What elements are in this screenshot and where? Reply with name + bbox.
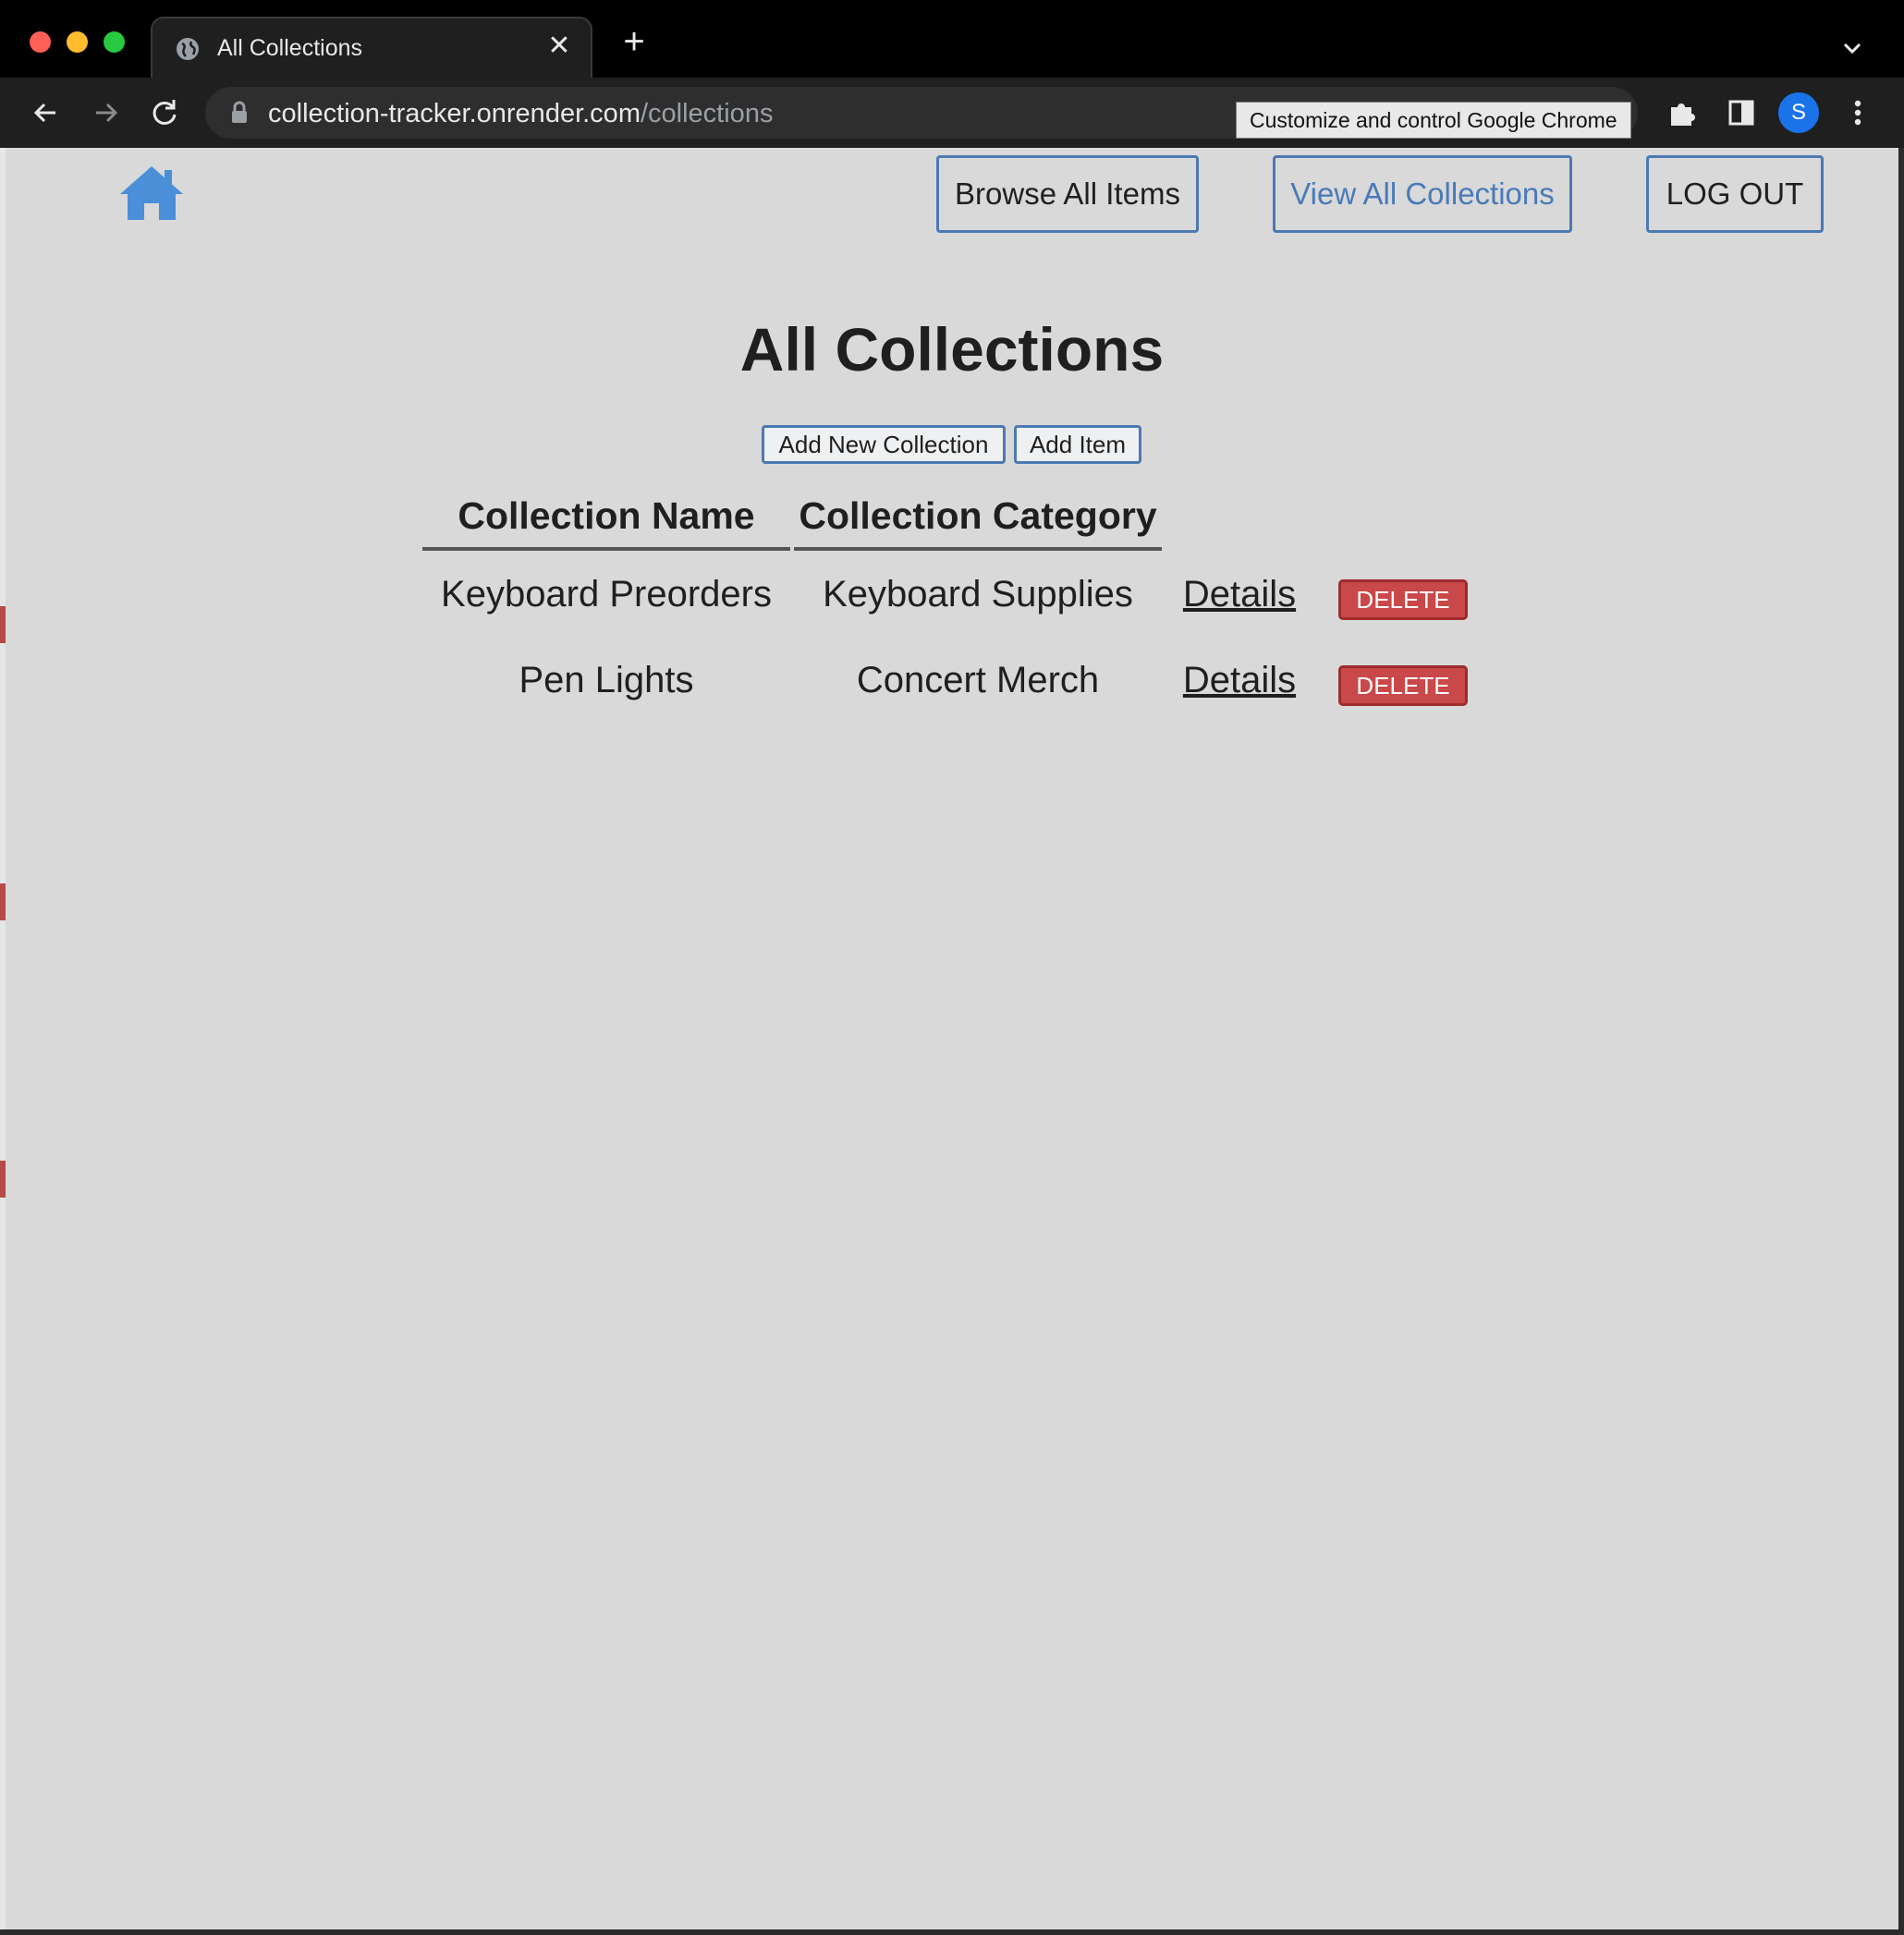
chevron-down-icon[interactable] — [1839, 35, 1865, 61]
browse-all-items-button[interactable]: Browse All Items — [936, 155, 1199, 233]
url-text: collection-tracker.onrender.com/collecti… — [268, 99, 773, 129]
new-tab-icon[interactable]: + — [617, 23, 651, 60]
forward-arrow-icon[interactable] — [87, 94, 124, 131]
profile-avatar[interactable]: S — [1778, 92, 1819, 133]
collection-category-cell: Concert Merch — [856, 660, 1100, 700]
delete-button[interactable]: DELETE — [1338, 579, 1468, 620]
column-header-name: Collection Name — [422, 492, 790, 551]
home-icon[interactable] — [116, 163, 187, 222]
tab-title: All Collections — [217, 35, 363, 61]
view-all-collections-button[interactable]: View All Collections — [1273, 155, 1572, 233]
maximize-window-button[interactable] — [104, 31, 125, 53]
lock-icon[interactable] — [229, 101, 250, 125]
details-link[interactable]: Details — [1179, 566, 1300, 622]
minimize-window-button[interactable] — [67, 31, 88, 53]
logout-button[interactable]: LOG OUT — [1646, 155, 1824, 233]
url-host: collection-tracker.onrender.com — [268, 99, 641, 128]
extensions-puzzle-icon[interactable] — [1664, 94, 1701, 131]
menu-tooltip: Customize and control Google Chrome — [1236, 102, 1631, 139]
collection-name-cell: Pen Lights — [519, 660, 694, 700]
tab-all-collections[interactable]: All Collections ✕ — [151, 17, 592, 78]
add-item-button[interactable]: Add Item — [1014, 425, 1141, 464]
collection-category-cell: Keyboard Supplies — [823, 574, 1133, 615]
details-link[interactable]: Details — [1179, 652, 1300, 708]
page-content: Browse All Items View All Collections LO… — [6, 148, 1898, 1929]
url-path: /collections — [640, 99, 774, 128]
column-header-category: Collection Category — [794, 492, 1162, 551]
delete-button[interactable]: DELETE — [1338, 665, 1468, 706]
collection-name-cell: Keyboard Preorders — [441, 574, 772, 615]
reload-icon[interactable] — [146, 94, 183, 131]
tab-strip: All Collections ✕ + — [0, 0, 1904, 78]
add-new-collection-button[interactable]: Add New Collection — [762, 425, 1006, 464]
kebab-menu-icon[interactable] — [1839, 94, 1876, 131]
close-window-button[interactable] — [30, 31, 51, 53]
back-arrow-icon[interactable] — [28, 94, 65, 131]
close-tab-icon[interactable]: ✕ — [543, 30, 576, 63]
page-title: All Collections — [739, 315, 1165, 383]
side-panel-icon[interactable] — [1723, 94, 1760, 131]
globe-icon — [177, 38, 199, 60]
